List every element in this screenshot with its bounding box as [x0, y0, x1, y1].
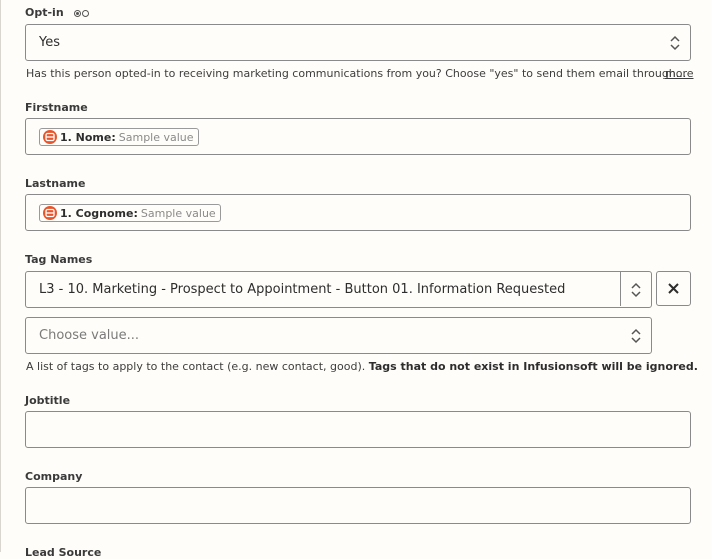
lead-source-label: Lead Source — [25, 546, 102, 559]
updown-chevron-icon — [631, 328, 641, 344]
jobtitle-label: Jobtitle — [25, 394, 71, 407]
tags-help-plain: A list of tags to apply to the contact (… — [26, 360, 369, 373]
infusionsoft-app-icon — [43, 130, 57, 144]
optin-select-value: Yes — [39, 35, 60, 50]
lastname-mapped-pill[interactable]: 1. Cognome: Sample value — [39, 204, 221, 222]
radio-on-icon[interactable] — [73, 9, 81, 17]
tags-help-text: A list of tags to apply to the contact (… — [26, 360, 698, 373]
firstname-label: Firstname — [25, 101, 88, 114]
radio-toggle-icon[interactable] — [73, 7, 90, 20]
pill-sample-value: Sample value — [140, 206, 216, 220]
panel-left-border — [0, 0, 1, 552]
optin-label: Opt-in — [25, 6, 90, 20]
tag-select-placeholder: Choose value... — [39, 328, 140, 343]
remove-tag-button[interactable] — [656, 271, 691, 306]
firstname-mapped-pill[interactable]: 1. Nome: Sample value — [39, 128, 199, 146]
pill-field-name: 1. Nome: — [60, 130, 116, 144]
company-label: Company — [25, 470, 83, 483]
updown-chevron-icon[interactable] — [631, 282, 641, 298]
pill-field-name: 1. Cognome: — [60, 206, 138, 220]
tag-selected-value: L3 - 10. Marketing - Prospect to Appoint… — [39, 282, 566, 297]
optin-help-text: Has this person opted-in to receiving ma… — [26, 67, 687, 80]
firstname-field[interactable]: 1. Nome: Sample value — [25, 118, 691, 155]
updown-chevron-icon — [670, 35, 680, 51]
optin-more-link[interactable]: more — [665, 67, 694, 80]
infusionsoft-app-icon — [43, 206, 57, 220]
close-icon — [668, 283, 679, 294]
company-input[interactable] — [25, 487, 691, 524]
lastname-field[interactable]: 1. Cognome: Sample value — [25, 194, 691, 231]
tag-names-label: Tag Names — [25, 253, 93, 266]
pill-sample-value: Sample value — [118, 130, 194, 144]
optin-label-text: Opt-in — [25, 6, 64, 19]
radio-off-icon[interactable] — [81, 9, 89, 17]
optin-select[interactable]: Yes — [25, 24, 691, 61]
select-divider — [620, 272, 621, 306]
jobtitle-input[interactable] — [25, 411, 691, 448]
tags-help-bold: Tags that do not exist in Infusionsoft w… — [368, 360, 698, 373]
tag-select-selected[interactable]: L3 - 10. Marketing - Prospect to Appoint… — [25, 271, 652, 308]
lastname-label: Lastname — [25, 177, 86, 190]
tag-select-empty[interactable]: Choose value... — [25, 317, 652, 354]
